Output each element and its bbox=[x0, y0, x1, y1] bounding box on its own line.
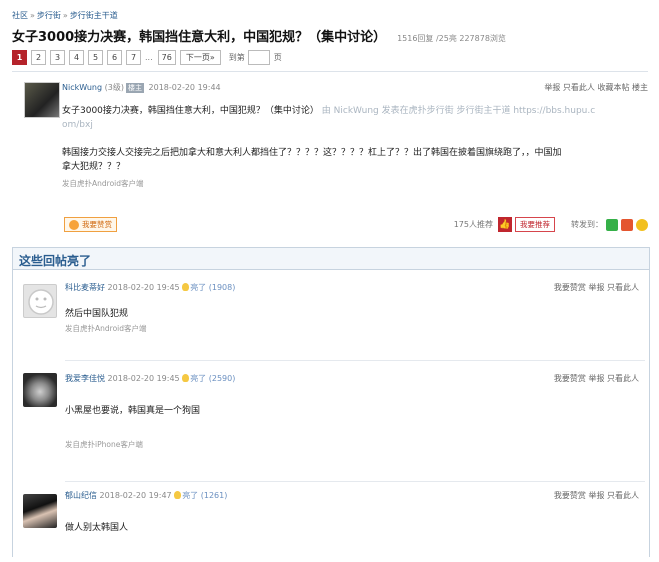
user-level: (3级) bbox=[104, 83, 124, 92]
reply-time: 2018-02-20 19:45 bbox=[107, 374, 180, 383]
goto-unit: 页 bbox=[273, 53, 282, 62]
recommend-count: 175人推荐 bbox=[453, 220, 493, 229]
bulb-icon bbox=[182, 374, 190, 382]
goto-page-input[interactable] bbox=[247, 50, 270, 65]
bulb-icon bbox=[182, 283, 190, 291]
page-7[interactable]: 7 bbox=[126, 50, 141, 65]
page-5[interactable]: 5 bbox=[88, 50, 103, 65]
device-info: 发自虎扑Android客户端 bbox=[62, 179, 144, 188]
only-this-user-link[interactable]: 只看此人 bbox=[607, 283, 639, 292]
highlight-replies: 这些回帖亮了 科比麦蒂好 2018-02-20 19:45 亮了 (1908) … bbox=[12, 247, 650, 557]
highlight-header: 这些回帖亮了 bbox=[13, 248, 649, 270]
username[interactable]: 我爱李佳悦 bbox=[65, 374, 105, 383]
post-body-line2: 拿大犯规？？？ bbox=[62, 162, 126, 172]
reply-text: 做人别太韩国人 bbox=[65, 523, 129, 533]
report-link[interactable]: 举报 bbox=[588, 491, 604, 500]
only-this-user-link[interactable]: 只看此人 bbox=[563, 83, 595, 92]
post-title-text: 女子3000接力决赛，韩国挡住意大利，中国犯规？（集中讨论） bbox=[62, 106, 319, 116]
reply-meta: 我爱李佳悦 2018-02-20 19:45 亮了 (2590) bbox=[65, 373, 235, 384]
only-this-user-link[interactable]: 只看此人 bbox=[607, 491, 639, 500]
cheer-link[interactable]: 我要赞赏 bbox=[554, 374, 586, 383]
reply-actions: 我要赞赏 举报 只看此人 bbox=[554, 373, 639, 384]
reply-text: 然后中国队犯规 bbox=[65, 309, 129, 319]
page-3[interactable]: 3 bbox=[50, 50, 65, 65]
cheer-icon bbox=[69, 219, 79, 230]
post-body-line1: 韩国接力交接人交接完之后把加拿大和意大利人都挡住了？？？？这？？？？杠上了？？出… bbox=[62, 148, 562, 158]
share-label: 转发到： bbox=[571, 220, 603, 229]
reply-item: 科比麦蒂好 2018-02-20 19:45 亮了 (1908) 我要赞赏 举报… bbox=[13, 270, 649, 360]
cheer-label: 我要赞赏 bbox=[82, 220, 112, 229]
post-meta: NickWung (3级) 楼主 2018-02-20 19:44 bbox=[62, 82, 221, 93]
floor-label: 楼主 bbox=[632, 83, 648, 92]
page-4[interactable]: 4 bbox=[69, 50, 84, 65]
next-page-button[interactable]: 下一页» bbox=[179, 50, 221, 65]
title-row: 女子3000接力决赛，韩国挡住意大利，中国犯规？（集中讨论） 1516回复 /2… bbox=[12, 26, 506, 45]
op-badge: 楼主 bbox=[125, 83, 144, 93]
report-link[interactable]: 举报 bbox=[588, 283, 604, 292]
highlight-title: 这些回帖亮了 bbox=[19, 254, 92, 268]
thread-stats: 1516回复 /25亮 227878浏览 bbox=[397, 34, 506, 43]
avatar[interactable] bbox=[24, 82, 60, 118]
report-link[interactable]: 举报 bbox=[588, 374, 604, 383]
reply-meta: 郁山纪信 2018-02-20 19:47 亮了 (1261) bbox=[65, 490, 227, 501]
page-6[interactable]: 6 bbox=[107, 50, 122, 65]
post-actions: 举报 只看此人 收藏本帖 楼主 bbox=[544, 82, 648, 93]
avatar[interactable] bbox=[23, 494, 57, 528]
favorite-link[interactable]: 收藏本帖 bbox=[597, 83, 629, 92]
reply-meta: 科比麦蒂好 2018-02-20 19:45 亮了 (1908) bbox=[65, 282, 235, 293]
cheer-link[interactable]: 我要赞赏 bbox=[554, 283, 586, 292]
breadcrumb-bxj[interactable]: 步行街 bbox=[37, 11, 61, 20]
light-count[interactable]: 亮了 (1908) bbox=[182, 283, 235, 292]
reply-time: 2018-02-20 19:45 bbox=[107, 283, 180, 292]
qzone-icon[interactable] bbox=[636, 218, 648, 231]
username[interactable]: 郁山纪信 bbox=[65, 491, 97, 500]
breadcrumb: 社区» 步行街» 步行街主干道 bbox=[12, 11, 118, 20]
breadcrumb-main-road[interactable]: 步行街主干道 bbox=[70, 11, 118, 20]
recommend-button[interactable]: 我要推荐 bbox=[515, 217, 555, 232]
page-title: 女子3000接力决赛，韩国挡住意大利，中国犯规？（集中讨论） bbox=[12, 30, 387, 45]
username[interactable]: 科比麦蒂好 bbox=[65, 283, 105, 292]
report-link[interactable]: 举报 bbox=[544, 83, 560, 92]
reply-item: 郁山纪信 2018-02-20 19:47 亮了 (1261) 我要赞赏 举报 … bbox=[13, 482, 649, 558]
light-count[interactable]: 亮了 (2590) bbox=[182, 374, 235, 383]
weibo-icon[interactable] bbox=[621, 218, 633, 231]
pagination: 1 2 3 4 5 6 7 ... 76 下一页» 到第 页 bbox=[12, 50, 282, 65]
main-post: NickWung (3级) 楼主 2018-02-20 19:44 举报 只看此人… bbox=[12, 72, 648, 240]
cheer-link[interactable]: 我要赞赏 bbox=[554, 491, 586, 500]
avatar[interactable] bbox=[23, 284, 57, 318]
only-this-user-link[interactable]: 只看此人 bbox=[607, 374, 639, 383]
page-1[interactable]: 1 bbox=[12, 50, 27, 65]
page-ellipsis: ... bbox=[145, 53, 153, 62]
cheer-button[interactable]: 我要赞赏 bbox=[64, 217, 117, 232]
device-info: 发自虎扑Android客户端 bbox=[65, 324, 147, 333]
reply-actions: 我要赞赏 举报 只看此人 bbox=[554, 490, 639, 501]
reply-time: 2018-02-20 19:47 bbox=[99, 491, 172, 500]
recommend-area: 175人推荐 👍 我要推荐 转发到： bbox=[454, 217, 648, 232]
light-count[interactable]: 亮了 (1261) bbox=[174, 491, 227, 500]
post-title-line: 女子3000接力决赛，韩国挡住意大利，中国犯规？（集中讨论） 由 NickWun… bbox=[62, 104, 648, 118]
device-info: 发自虎扑iPhone客户端 bbox=[65, 440, 143, 449]
wechat-icon[interactable] bbox=[606, 218, 618, 231]
thumb-up-icon[interactable]: 👍 bbox=[498, 217, 512, 232]
goto-label: 到第 bbox=[228, 53, 245, 62]
reply-text: 小黑屋也要说，韩国真是一个狗国 bbox=[65, 406, 201, 416]
page-2[interactable]: 2 bbox=[31, 50, 46, 65]
bulb-icon bbox=[174, 491, 182, 499]
reply-item: 我爱李佳悦 2018-02-20 19:45 亮了 (2590) 我要赞赏 举报… bbox=[13, 361, 649, 481]
post-time: 2018-02-20 19:44 bbox=[148, 83, 221, 92]
username[interactable]: NickWung bbox=[62, 83, 102, 92]
post-source: 由 NickWung 发表在虎扑步行街 步行街主干道 https://bbs.h… bbox=[321, 106, 596, 116]
avatar[interactable] bbox=[23, 373, 57, 407]
post-source-cont: om/bxj bbox=[62, 120, 93, 130]
breadcrumb-community[interactable]: 社区 bbox=[12, 11, 28, 20]
reply-actions: 我要赞赏 举报 只看此人 bbox=[554, 282, 639, 293]
page-last[interactable]: 76 bbox=[157, 50, 176, 65]
